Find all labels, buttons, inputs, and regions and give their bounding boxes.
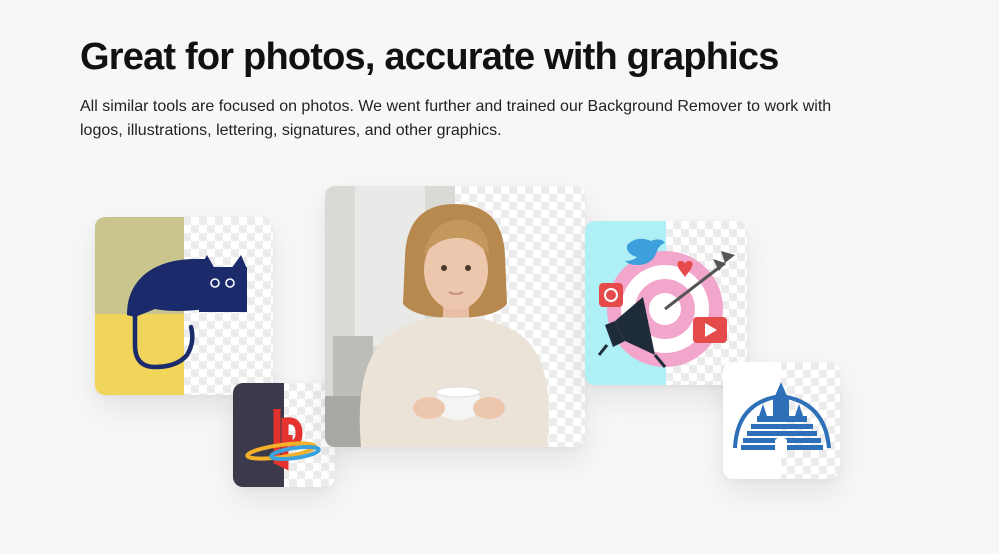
megaphone-target-icon: [585, 221, 735, 385]
woman-with-cup-photo: [325, 186, 549, 447]
castle-logo-card: [723, 362, 840, 479]
cat-illustration-card: [95, 217, 273, 395]
page-description: All similar tools are focused on photos.…: [80, 98, 832, 139]
castle-logo-icon: [723, 362, 831, 479]
playstation-logo-card: [233, 383, 335, 487]
cat-illustration-icon: [95, 217, 247, 395]
woman-photo-card: [325, 186, 585, 447]
page-title: Great for photos, accurate with graphics: [80, 36, 779, 78]
marketing-illustration-card: [585, 221, 747, 385]
playstation-logo-icon: [233, 383, 321, 487]
